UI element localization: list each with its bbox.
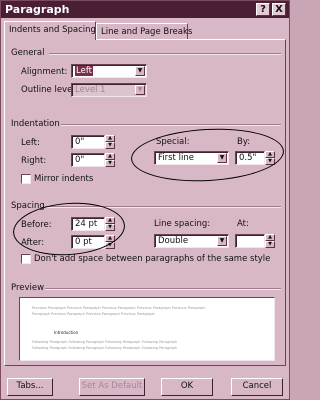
at-spinner[interactable]: ▲ ▼ xyxy=(265,234,275,248)
close-button[interactable]: X xyxy=(272,3,286,16)
line-spacing-label: Line spacing: xyxy=(154,219,211,229)
tab-indents-and-spacing[interactable]: Indents and Spacing xyxy=(4,21,96,40)
preview-previous-line-1: Previous Paragraph Previous Paragraph Pr… xyxy=(32,306,206,310)
help-button[interactable]: ? xyxy=(256,3,270,16)
indent-left-spinner[interactable]: ▲ ▼ xyxy=(105,135,115,149)
preview-current-paragraph: Introduction xyxy=(54,330,79,335)
alignment-value: Left xyxy=(75,66,93,76)
line-spacing-chevron-down-icon[interactable]: ▼ xyxy=(217,236,227,246)
general-heading: General xyxy=(11,48,45,58)
indent-right-label: Right: xyxy=(21,156,47,166)
spin-up-icon[interactable]: ▲ xyxy=(105,153,115,160)
dialog-title: Paragraph xyxy=(5,3,70,16)
preview-following-line-2: Following Paragraph Following Paragraph … xyxy=(32,346,178,350)
set-as-default-button[interactable]: Set As Default xyxy=(79,378,145,396)
general-divider xyxy=(49,53,281,55)
cancel-button[interactable]: Cancel xyxy=(231,378,283,396)
spin-up-icon[interactable]: ▲ xyxy=(105,135,115,142)
spin-down-icon[interactable]: ▼ xyxy=(105,142,115,149)
spin-down-icon[interactable]: ▼ xyxy=(105,160,115,167)
paragraph-dialog: Paragraph ? X Indents and Spacing Line a… xyxy=(0,0,290,400)
alignment-label: Alignment: xyxy=(21,67,68,77)
dont-add-space-label: Don't add space between paragraphs of th… xyxy=(34,254,271,264)
indent-left-input[interactable]: 0" xyxy=(71,135,105,149)
alignment-chevron-down-icon[interactable]: ▼ xyxy=(135,66,145,76)
outline-level-label: Outline level: xyxy=(21,85,78,95)
line-spacing-value: Double xyxy=(158,236,189,246)
indent-right-input[interactable]: 0" xyxy=(71,153,105,167)
spin-down-icon[interactable]: ▼ xyxy=(265,241,275,248)
at-input[interactable] xyxy=(235,234,265,248)
dont-add-space-checkbox[interactable] xyxy=(21,254,31,264)
outline-level-select[interactable]: Level 1 ▼ xyxy=(71,83,147,97)
mirror-indents-label: Mirror indents xyxy=(34,174,94,184)
preview-previous-line-2: Paragraph Previous Paragraph Previous Pa… xyxy=(32,312,155,316)
tabs-button[interactable]: Tabs... xyxy=(7,378,53,396)
preview-heading: Preview xyxy=(11,283,45,293)
indent-right-value: 0" xyxy=(75,155,85,165)
ok-button[interactable]: OK xyxy=(161,378,213,396)
spin-up-icon[interactable]: ▲ xyxy=(265,234,275,241)
line-spacing-select[interactable]: Double ▼ xyxy=(154,234,229,248)
preview-divider xyxy=(45,288,281,290)
at-label: At: xyxy=(237,219,249,229)
outline-level-value: Level 1 xyxy=(75,85,106,95)
tab-line-and-page-breaks-label: Line and Page Breaks xyxy=(101,27,193,37)
tab-indents-and-spacing-label: Indents and Spacing xyxy=(9,25,96,35)
mirror-indents-checkbox[interactable] xyxy=(21,174,31,184)
indent-right-spinner[interactable]: ▲ ▼ xyxy=(105,153,115,167)
outline-level-chevron-down-icon[interactable]: ▼ xyxy=(135,85,145,95)
indentation-divider xyxy=(61,124,281,126)
indentation-heading: Indentation xyxy=(11,119,60,129)
indent-left-value: 0" xyxy=(75,137,85,147)
alignment-select[interactable]: Left ▼ xyxy=(71,64,147,78)
title-bar[interactable]: Paragraph ? X xyxy=(1,1,289,18)
indent-left-label: Left: xyxy=(21,138,40,148)
tab-line-and-page-breaks[interactable]: Line and Page Breaks xyxy=(96,23,192,40)
preview-box: Previous Paragraph Previous Paragraph Pr… xyxy=(19,297,275,361)
preview-following-line-1: Following Paragraph Following Paragraph … xyxy=(32,340,178,344)
